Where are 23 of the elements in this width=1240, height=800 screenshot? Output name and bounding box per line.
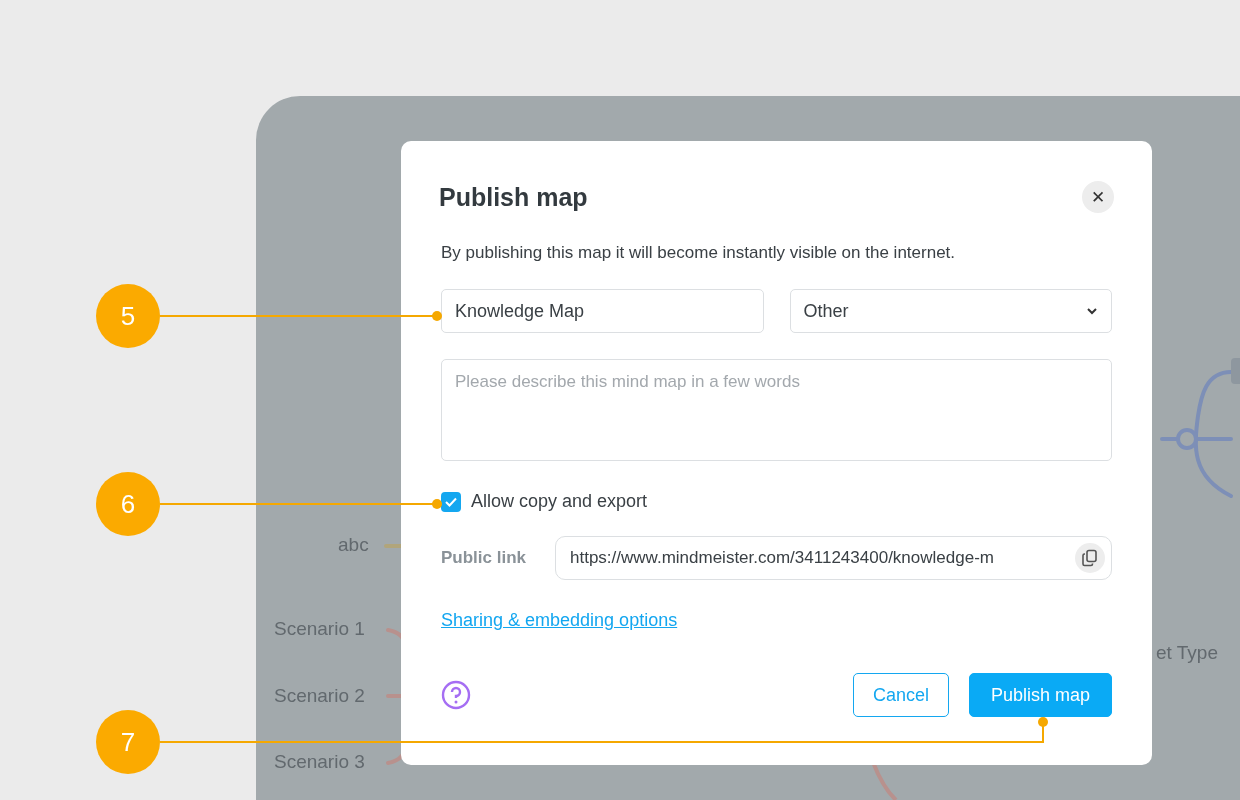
- allow-copy-checkbox[interactable]: [441, 491, 461, 512]
- node-tag: [1231, 358, 1240, 384]
- callout-number-badge: 5: [96, 284, 160, 348]
- map-node-label: Scenario 2: [274, 685, 365, 707]
- map-node-label: abc: [338, 534, 369, 556]
- map-node-label: Scenario 1: [274, 618, 365, 640]
- checkmark-icon: [444, 495, 458, 508]
- dialog-title: Publish map: [439, 182, 588, 212]
- close-button[interactable]: ✕: [1082, 181, 1114, 213]
- description-field[interactable]: Please describe this mind map in a few words: [441, 359, 1112, 461]
- chevron-down-icon: [1086, 307, 1098, 315]
- callout-number-badge: 7: [96, 710, 160, 774]
- map-node-label: et Type: [1156, 642, 1218, 664]
- help-icon[interactable]: [441, 680, 471, 710]
- public-link-field[interactable]: https://www.mindmeister.com/3411243400/knowledge-m: [555, 536, 1112, 580]
- dialog-description: By publishing this map it will become instantly visible on the internet.: [441, 243, 957, 263]
- map-node-label: Scenario 3: [274, 751, 365, 773]
- checkbox-label: Allow copy and export: [471, 491, 648, 512]
- category-dropdown[interactable]: Other: [789, 289, 1112, 333]
- copy-icon[interactable]: [1075, 543, 1105, 573]
- public-link-label: Public link: [441, 548, 528, 568]
- map-name-field[interactable]: Knowledge Map: [441, 289, 764, 333]
- callout-number-badge: 6: [96, 472, 160, 536]
